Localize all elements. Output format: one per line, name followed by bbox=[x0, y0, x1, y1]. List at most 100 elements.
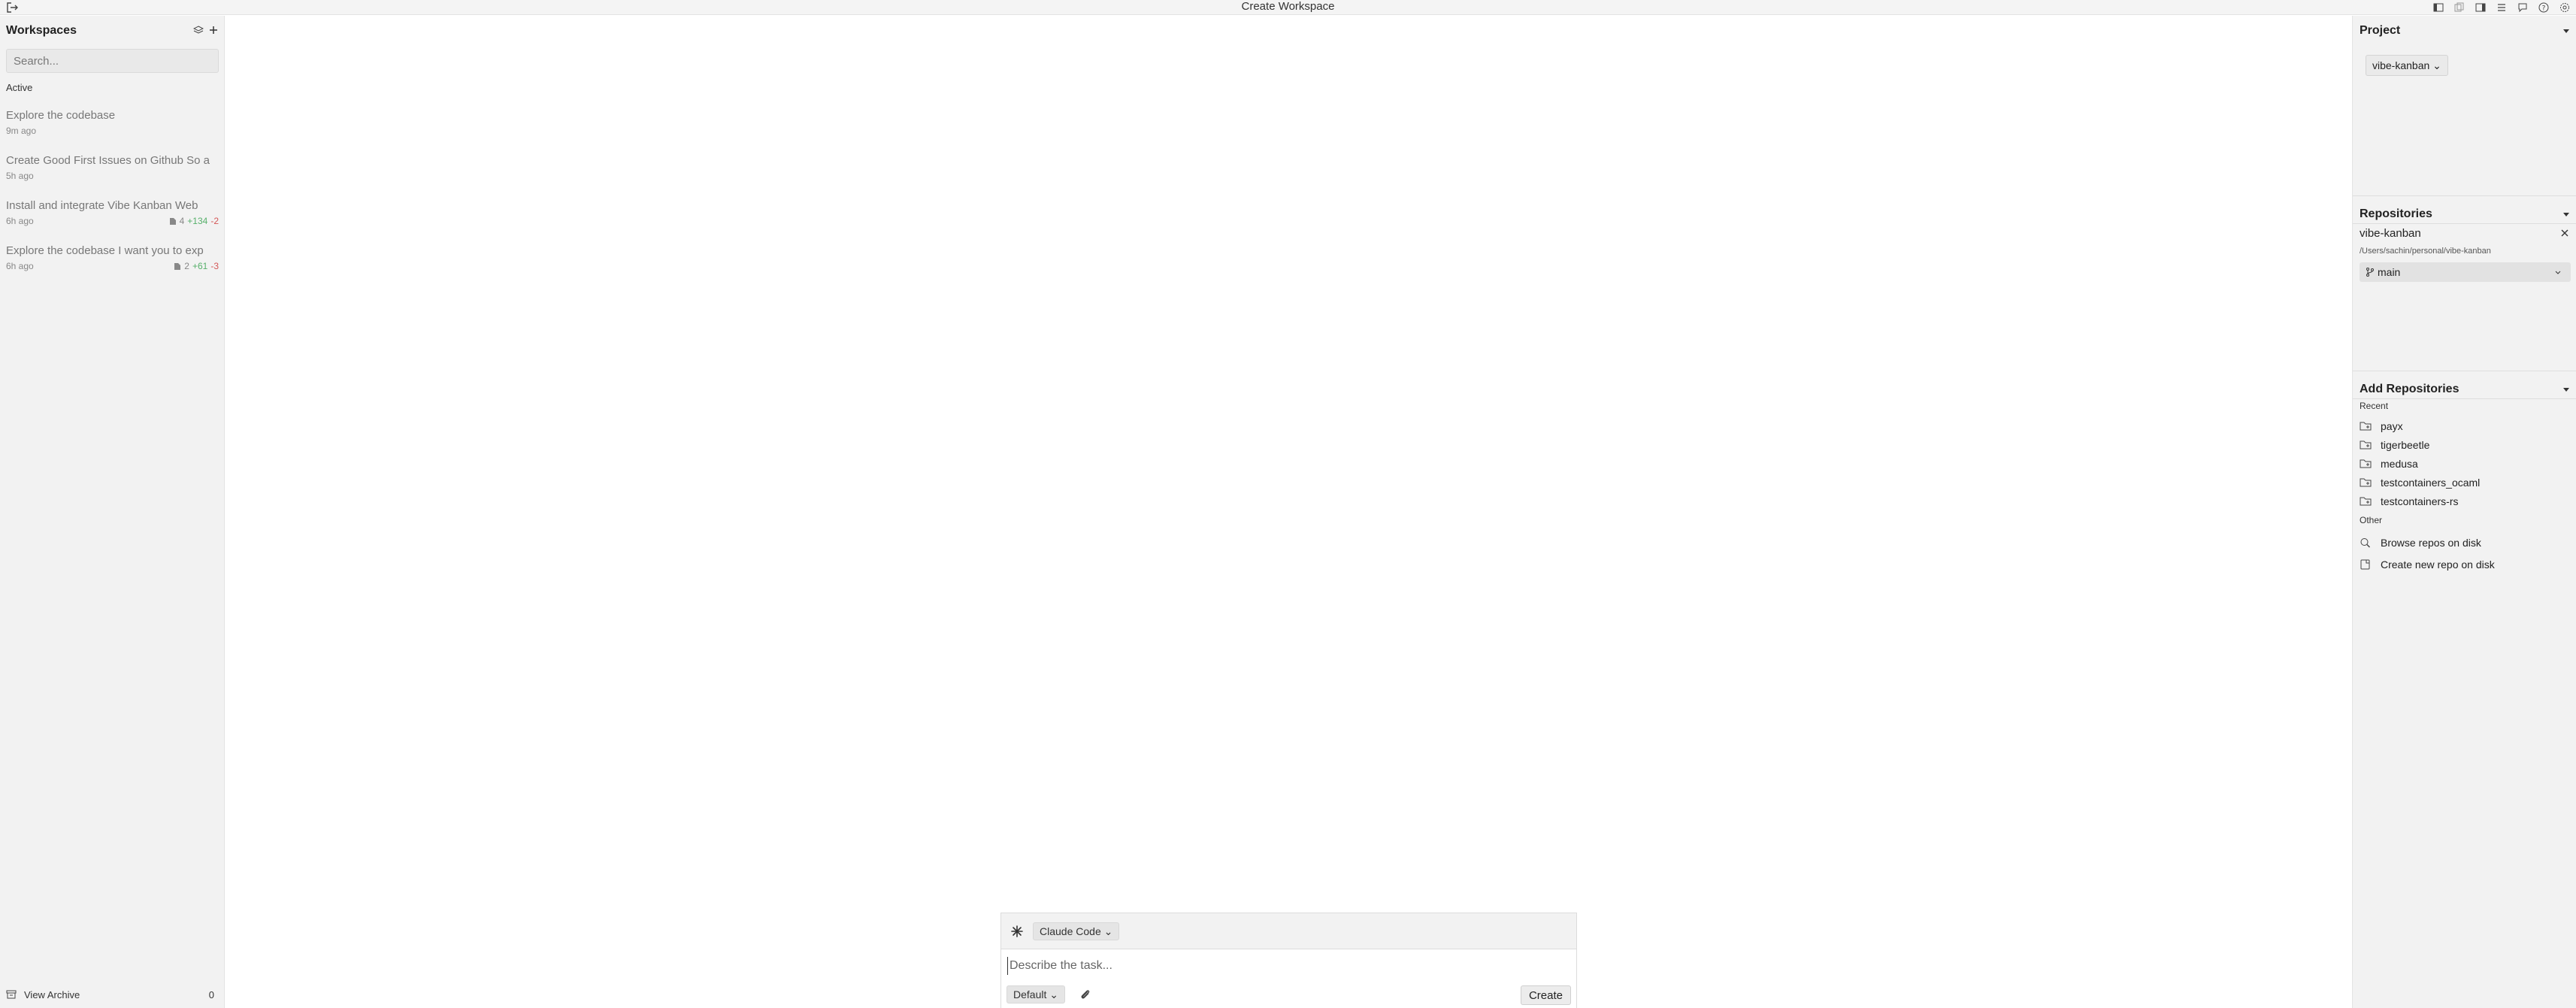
folder-icon bbox=[2360, 497, 2372, 506]
workspaces-title: Workspaces bbox=[6, 24, 77, 37]
details-sidebar: Project vibe-kanban ⌄ Repositories vibe-… bbox=[2352, 16, 2576, 1008]
agent-select-label: Claude Code bbox=[1040, 925, 1101, 937]
create-repo-button[interactable]: Create new repo on disk bbox=[2360, 557, 2570, 572]
composer-toolbar: Claude Code ⌄ bbox=[1001, 913, 1576, 949]
claude-icon bbox=[1011, 925, 1023, 937]
git-branch-icon bbox=[2366, 268, 2374, 277]
create-button[interactable]: Create bbox=[1520, 985, 1571, 1005]
caret-down-icon bbox=[2563, 29, 2569, 33]
recent-repo-name: testcontainers_ocaml bbox=[2381, 477, 2481, 489]
workspace-time: 6h ago bbox=[6, 216, 34, 226]
help-icon[interactable]: ? bbox=[2535, 2, 2552, 14]
recent-repo-name: payx bbox=[2381, 420, 2403, 432]
recent-repo-item[interactable]: payx bbox=[2360, 419, 2570, 434]
list-icon[interactable] bbox=[2493, 2, 2510, 14]
recent-repo-name: testcontainers-rs bbox=[2381, 495, 2459, 507]
variant-select-label: Default bbox=[1013, 988, 1047, 1000]
folder-icon bbox=[2360, 422, 2372, 431]
file-icon bbox=[169, 217, 176, 225]
workspace-item[interactable]: Create Good First Issues on Github So a … bbox=[6, 153, 219, 191]
browse-repos-label: Browse repos on disk bbox=[2381, 537, 2481, 549]
view-archive-label: View Archive bbox=[24, 988, 80, 1000]
lines-removed: -3 bbox=[210, 261, 219, 271]
files-changed: 2 bbox=[184, 261, 189, 271]
lines-added: +134 bbox=[187, 216, 208, 226]
workspaces-sidebar: Workspaces Active Explore the codebase 9… bbox=[0, 16, 225, 1008]
branch-select-label: main bbox=[2378, 266, 2401, 278]
panel-left-icon[interactable] bbox=[2430, 2, 2447, 14]
recent-repo-item[interactable]: tigerbeetle bbox=[2360, 437, 2570, 453]
recent-repo-name: tigerbeetle bbox=[2381, 439, 2430, 451]
workspace-name: Install and integrate Vibe Kanban Web bbox=[6, 199, 198, 212]
chevron-down-icon: ⌄ bbox=[1049, 988, 1058, 1000]
settings-icon[interactable] bbox=[2556, 2, 2573, 14]
create-repo-label: Create new repo on disk bbox=[2381, 558, 2495, 571]
file-icon bbox=[174, 262, 181, 270]
project-section-header[interactable]: Project bbox=[2360, 23, 2570, 39]
view-archive-button[interactable]: View Archive 0 bbox=[6, 987, 219, 1002]
project-select-label: vibe-kanban bbox=[2372, 59, 2430, 71]
svg-text:?: ? bbox=[2542, 5, 2546, 13]
close-icon[interactable] bbox=[2560, 229, 2569, 238]
recent-repo-item[interactable]: medusa bbox=[2360, 456, 2570, 471]
paperclip-icon[interactable] bbox=[1079, 988, 1092, 1001]
workspace-item[interactable]: Explore the codebase 9m ago bbox=[6, 108, 219, 146]
title-bar: Create Workspace ? bbox=[0, 0, 2576, 15]
search-icon bbox=[2360, 538, 2370, 548]
workspace-name: Explore the codebase bbox=[6, 109, 116, 122]
divider bbox=[2353, 223, 2576, 224]
archive-count: 0 bbox=[208, 988, 214, 1000]
chevron-down-icon: ⌄ bbox=[2432, 59, 2441, 71]
caret-down-icon bbox=[2563, 388, 2569, 392]
lines-added: +61 bbox=[192, 261, 208, 271]
project-select[interactable]: vibe-kanban ⌄ bbox=[2366, 55, 2448, 76]
files-changed: 4 bbox=[179, 216, 185, 226]
add-repositories-title: Add Repositories bbox=[2360, 383, 2459, 395]
panel-right-icon[interactable] bbox=[2472, 2, 2489, 14]
divider bbox=[2353, 195, 2576, 196]
add-repositories-section-header[interactable]: Add Repositories bbox=[2360, 381, 2570, 398]
new-file-icon bbox=[2360, 559, 2370, 570]
active-label: Active bbox=[6, 82, 33, 93]
workspace-time: 6h ago bbox=[6, 261, 34, 271]
chat-icon[interactable] bbox=[2514, 2, 2531, 14]
folder-icon bbox=[2360, 459, 2372, 468]
project-title: Project bbox=[2360, 24, 2401, 37]
other-label: Other bbox=[2360, 515, 2383, 525]
workspace-time: 5h ago bbox=[6, 171, 34, 181]
repositories-section-header[interactable]: Repositories bbox=[2360, 206, 2570, 222]
add-workspace-icon[interactable] bbox=[208, 25, 219, 35]
recent-repo-item[interactable]: testcontainers_ocaml bbox=[2360, 475, 2570, 490]
lines-removed: -2 bbox=[210, 216, 219, 226]
caret-down-icon bbox=[2563, 213, 2569, 216]
divider bbox=[2353, 398, 2576, 399]
toolbar-icons: ? bbox=[2430, 2, 2573, 14]
task-composer: Claude Code ⌄ Default ⌄ Create bbox=[1000, 913, 1577, 1008]
workspace-name: Explore the codebase I want you to exp bbox=[6, 244, 204, 257]
workspaces-header: Workspaces bbox=[6, 23, 219, 39]
folder-icon bbox=[2360, 478, 2372, 487]
repo-name: vibe-kanban bbox=[2360, 227, 2421, 240]
chevron-down-icon bbox=[2555, 271, 2561, 274]
task-description-input[interactable] bbox=[1007, 957, 1563, 975]
repo-path: /Users/sachin/personal/vibe-kanban bbox=[2360, 247, 2491, 256]
copy-icon[interactable] bbox=[2451, 2, 2468, 14]
agent-select[interactable]: Claude Code ⌄ bbox=[1033, 922, 1120, 940]
workspace-item[interactable]: Explore the codebase I want you to exp 6… bbox=[6, 244, 219, 281]
folder-icon bbox=[2360, 440, 2372, 450]
workspace-item[interactable]: Install and integrate Vibe Kanban Web 6h… bbox=[6, 198, 219, 236]
workspace-name: Create Good First Issues on Github So a bbox=[6, 154, 210, 167]
recent-repo-name: medusa bbox=[2381, 458, 2418, 470]
archive-icon bbox=[6, 990, 17, 999]
layers-icon[interactable] bbox=[193, 25, 204, 35]
browse-repos-button[interactable]: Browse repos on disk bbox=[2360, 535, 2570, 550]
chevron-down-icon: ⌄ bbox=[1103, 925, 1113, 937]
recent-repo-item[interactable]: testcontainers-rs bbox=[2360, 494, 2570, 509]
recent-label: Recent bbox=[2360, 401, 2389, 411]
repositories-title: Repositories bbox=[2360, 207, 2432, 220]
variant-select[interactable]: Default ⌄ bbox=[1006, 985, 1065, 1003]
workspace-time: 9m ago bbox=[6, 126, 37, 136]
window-title: Create Workspace bbox=[1241, 0, 1335, 13]
workspace-search-input[interactable] bbox=[6, 49, 219, 73]
branch-select[interactable]: main bbox=[2360, 262, 2571, 282]
